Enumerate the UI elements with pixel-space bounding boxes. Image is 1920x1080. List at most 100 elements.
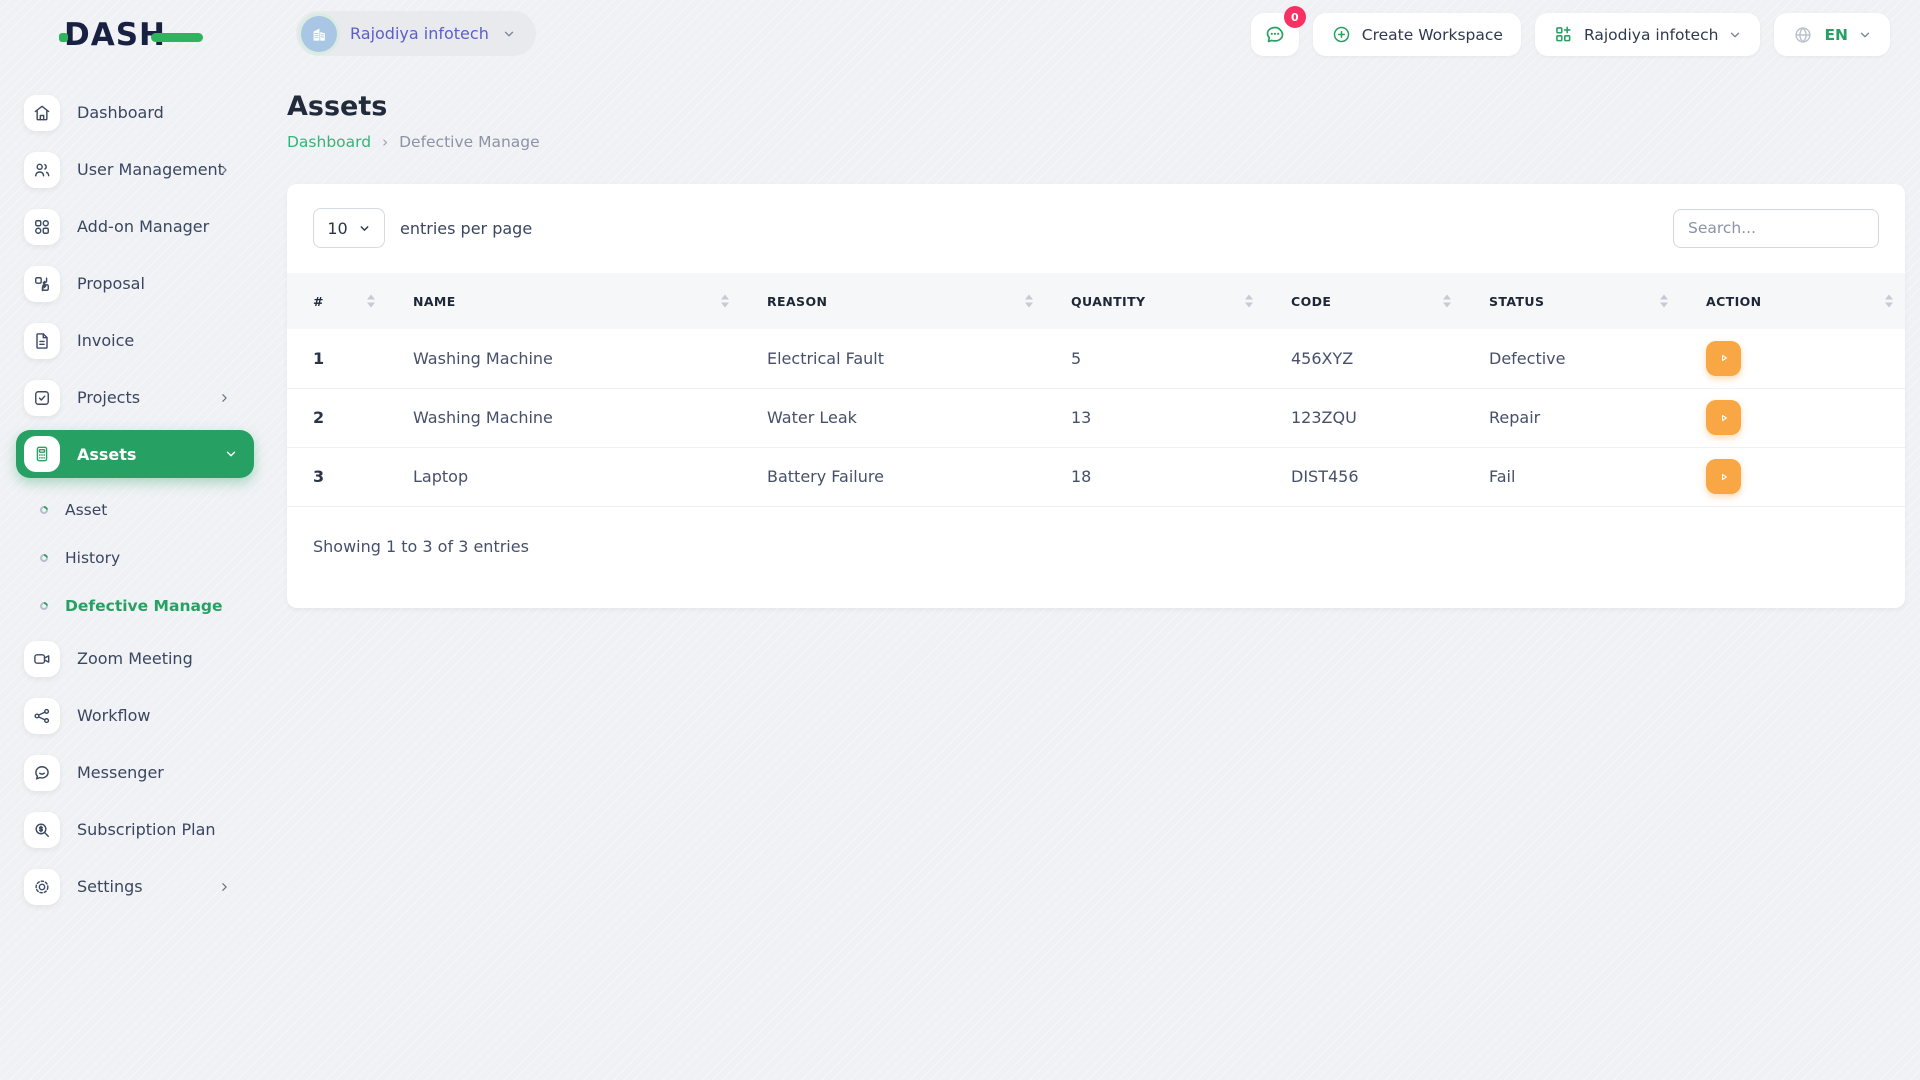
chevron-right-icon bbox=[218, 880, 231, 893]
cell-reason: Electrical Fault bbox=[741, 329, 1045, 389]
chevron-down-icon bbox=[360, 225, 369, 231]
sidebar-item-label: Invoice bbox=[77, 331, 135, 350]
sidebar-item-label: Proposal bbox=[77, 274, 145, 293]
cell-code: DIST456 bbox=[1265, 447, 1463, 507]
column-header-quantity[interactable]: QUANTITY bbox=[1045, 273, 1265, 329]
entries-per-page-select[interactable]: 10 bbox=[313, 208, 385, 248]
submenu-item-label: Defective Manage bbox=[65, 597, 223, 615]
search-input[interactable] bbox=[1673, 208, 1879, 248]
cell-index: 3 bbox=[287, 447, 387, 507]
sidebar-item-dashboard[interactable]: Dashboard bbox=[0, 84, 262, 141]
create-workspace-label: Create Workspace bbox=[1361, 25, 1503, 44]
cell-reason: Water Leak bbox=[741, 388, 1045, 448]
notifications-button[interactable]: 0 bbox=[1250, 6, 1306, 56]
sidebar-item-zoom-meeting[interactable]: Zoom Meeting bbox=[0, 630, 262, 687]
assets-submenu: Asset History Defective Manage bbox=[0, 486, 262, 630]
cell-status: Defective bbox=[1463, 329, 1680, 389]
cell-status: Fail bbox=[1463, 447, 1680, 507]
cell-name: Washing Machine bbox=[387, 388, 741, 448]
column-label: QUANTITY bbox=[1071, 293, 1146, 309]
sidebar-item-label: Workflow bbox=[77, 706, 151, 725]
sidebar-item-subscription-plan[interactable]: Subscription Plan bbox=[0, 801, 262, 858]
sidebar-item-projects[interactable]: Projects bbox=[0, 369, 262, 426]
sidebar-item-messenger[interactable]: Messenger bbox=[0, 744, 262, 801]
sidebar-item-label: Messenger bbox=[77, 763, 164, 782]
language-menu-button[interactable]: EN bbox=[1774, 13, 1890, 56]
sort-icon bbox=[1025, 294, 1033, 308]
column-label: ACTION bbox=[1706, 293, 1762, 309]
column-header-name[interactable]: NAME bbox=[387, 273, 741, 329]
table-row: 1 Washing Machine Electrical Fault 5 456… bbox=[287, 329, 1905, 389]
column-label: # bbox=[313, 293, 324, 309]
table-summary: Showing 1 to 3 of 3 entries bbox=[313, 536, 529, 556]
sidebar-item-workflow[interactable]: Workflow bbox=[0, 687, 262, 744]
sidebar-item-invoice[interactable]: Invoice bbox=[0, 312, 262, 369]
bullet-icon bbox=[38, 504, 50, 516]
column-header-reason[interactable]: REASON bbox=[741, 273, 1045, 329]
submenu-item-asset[interactable]: Asset bbox=[0, 486, 262, 534]
datatable-card: 10 entries per page # NAME bbox=[287, 184, 1905, 608]
chat-bubble-icon bbox=[1266, 26, 1284, 42]
sidebar-item-label: Projects bbox=[77, 388, 141, 407]
sidebar-item-label: Assets bbox=[77, 444, 137, 464]
submenu-item-label: History bbox=[65, 549, 121, 567]
chevron-right-icon bbox=[218, 391, 231, 404]
chevron-right-icon bbox=[218, 163, 231, 176]
logo-dash-icon bbox=[151, 33, 203, 42]
sort-icon bbox=[1660, 294, 1668, 308]
play-icon bbox=[1721, 414, 1727, 421]
column-header-status[interactable]: STATUS bbox=[1463, 273, 1680, 329]
sidebar-item-settings[interactable]: Settings bbox=[0, 858, 262, 915]
sidebar-item-user-management[interactable]: User Management bbox=[0, 141, 262, 198]
users-icon bbox=[24, 151, 60, 188]
cell-name: Laptop bbox=[387, 447, 741, 507]
sidebar-item-label: Subscription Plan bbox=[77, 820, 216, 839]
language-label: EN bbox=[1824, 25, 1848, 44]
page-title: Assets bbox=[287, 91, 388, 122]
cell-quantity: 5 bbox=[1045, 329, 1265, 389]
messenger-bubble-icon bbox=[24, 754, 60, 791]
workspace-grid-plus-icon bbox=[1556, 26, 1571, 42]
brand-logo[interactable]: DASH bbox=[59, 17, 203, 53]
globe-icon bbox=[1795, 26, 1812, 43]
entries-per-page-label: entries per page bbox=[400, 218, 533, 238]
sidebar-item-addon-manager[interactable]: Add-on Manager bbox=[0, 198, 262, 255]
sidebar-item-proposal[interactable]: Proposal bbox=[0, 255, 262, 312]
sidebar: Dashboard User Management Add-on Manager bbox=[0, 84, 262, 915]
submenu-item-history[interactable]: History bbox=[0, 534, 262, 582]
workspace-menu-button[interactable]: Rajodiya infotech bbox=[1534, 13, 1761, 56]
column-header-action[interactable]: ACTION bbox=[1680, 273, 1905, 329]
breadcrumb-dashboard-link[interactable]: Dashboard bbox=[287, 133, 371, 151]
breadcrumb-current: Defective Manage bbox=[399, 133, 540, 151]
column-label: REASON bbox=[767, 293, 828, 309]
row-action-button[interactable] bbox=[1706, 340, 1741, 376]
sort-icon bbox=[1885, 294, 1893, 308]
entries-per-page-value: 10 bbox=[327, 218, 348, 238]
submenu-item-defective-manage[interactable]: Defective Manage bbox=[0, 582, 262, 630]
logo-dot-icon bbox=[59, 33, 68, 42]
current-workspace-pill[interactable]: Rajodiya infotech bbox=[296, 11, 536, 56]
share-network-icon bbox=[24, 697, 60, 734]
sort-icon bbox=[1443, 294, 1451, 308]
video-camera-icon bbox=[24, 640, 60, 677]
row-action-button[interactable] bbox=[1706, 459, 1741, 494]
checkbox-icon bbox=[24, 379, 60, 416]
main-content: Assets Dashboard › Defective Manage 10 e… bbox=[287, 84, 1905, 608]
chevron-down-icon bbox=[504, 31, 513, 36]
notification-badge: 0 bbox=[1283, 6, 1306, 28]
sidebar-item-label: Zoom Meeting bbox=[77, 649, 193, 668]
cell-code: 123ZQU bbox=[1265, 388, 1463, 448]
swap-boxes-icon bbox=[24, 265, 60, 302]
sidebar-item-assets[interactable]: Assets bbox=[16, 430, 254, 478]
plus-circle-icon bbox=[1333, 26, 1350, 43]
column-header-index[interactable]: # bbox=[287, 273, 387, 329]
column-header-code[interactable]: CODE bbox=[1265, 273, 1463, 329]
workspace-name: Rajodiya infotech bbox=[350, 24, 489, 43]
column-label: NAME bbox=[413, 293, 456, 309]
table-row: 3 Laptop Battery Failure 18 DIST456 Fail bbox=[287, 447, 1905, 507]
gear-icon bbox=[24, 868, 60, 905]
row-action-button[interactable] bbox=[1706, 400, 1741, 435]
building-icon bbox=[313, 28, 325, 41]
create-workspace-button[interactable]: Create Workspace bbox=[1312, 13, 1521, 56]
sidebar-item-label: Dashboard bbox=[77, 103, 164, 122]
